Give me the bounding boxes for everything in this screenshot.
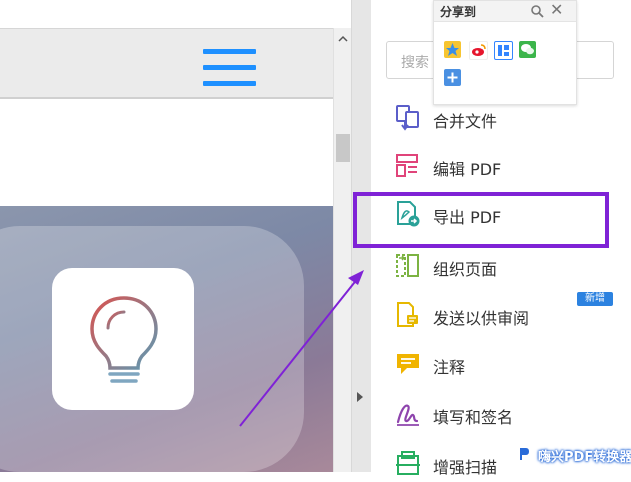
watermark-text: 嗨兴PDF转换器 [538, 450, 631, 465]
tieba-icon[interactable] [494, 41, 513, 60]
close-icon[interactable]: ✕ [550, 1, 563, 19]
tool-label: 注释 [433, 358, 466, 377]
scroll-thumb[interactable] [336, 134, 350, 162]
edit-pdf-icon [396, 154, 418, 177]
comment-icon [397, 354, 419, 374]
more-share-icon[interactable] [444, 69, 461, 86]
share-popup-header: 分享到 ✕ [434, 1, 576, 22]
combine-files-icon [396, 105, 419, 131]
tool-label: 组织页面 [433, 260, 498, 279]
document-pane [0, 0, 333, 472]
tool-label: 合并文件 [433, 112, 498, 131]
tool-label: 填写和签名 [433, 408, 514, 427]
weibo-icon[interactable] [469, 41, 488, 60]
tool-label: 发送以供审阅 [433, 309, 530, 328]
enhance-scan-icon [396, 451, 420, 475]
qzone-icon[interactable] [444, 41, 461, 58]
organize-pages-icon [396, 254, 419, 277]
send-for-review-icon [397, 302, 418, 327]
mobile-header-bar [0, 28, 333, 99]
search-placeholder: 搜索 [401, 55, 429, 71]
tool-combine-files[interactable]: 合并文件 [395, 100, 615, 136]
scroll-up-arrow-icon[interactable] [334, 34, 352, 48]
watermark: 嗨兴PDF转换器 [514, 444, 631, 466]
tool-label: 增强扫描 [433, 458, 498, 477]
tool-fill-sign[interactable]: 填写和签名 [395, 396, 615, 432]
vertical-scrollbar[interactable] [333, 28, 352, 472]
wechat-icon[interactable] [519, 41, 536, 58]
tool-organize-pages[interactable]: 组织页面 [395, 248, 615, 284]
new-badge: 新增 [577, 292, 613, 306]
watermark-logo-icon [520, 448, 529, 460]
highlight-annotation-box [353, 192, 609, 248]
hamburger-menu-icon[interactable] [203, 49, 256, 87]
search-icon[interactable] [530, 4, 544, 18]
tool-label: 编辑 PDF [433, 160, 502, 179]
expand-arrow-icon[interactable] [357, 392, 363, 402]
tool-edit-pdf[interactable]: 编辑 PDF [395, 148, 615, 184]
share-title: 分享到 [440, 5, 477, 19]
tool-comment[interactable]: 注释 [395, 346, 615, 382]
fill-sign-icon [396, 404, 419, 426]
lightbulb-icon [90, 296, 158, 383]
share-popup: 分享到 ✕ [433, 0, 577, 105]
